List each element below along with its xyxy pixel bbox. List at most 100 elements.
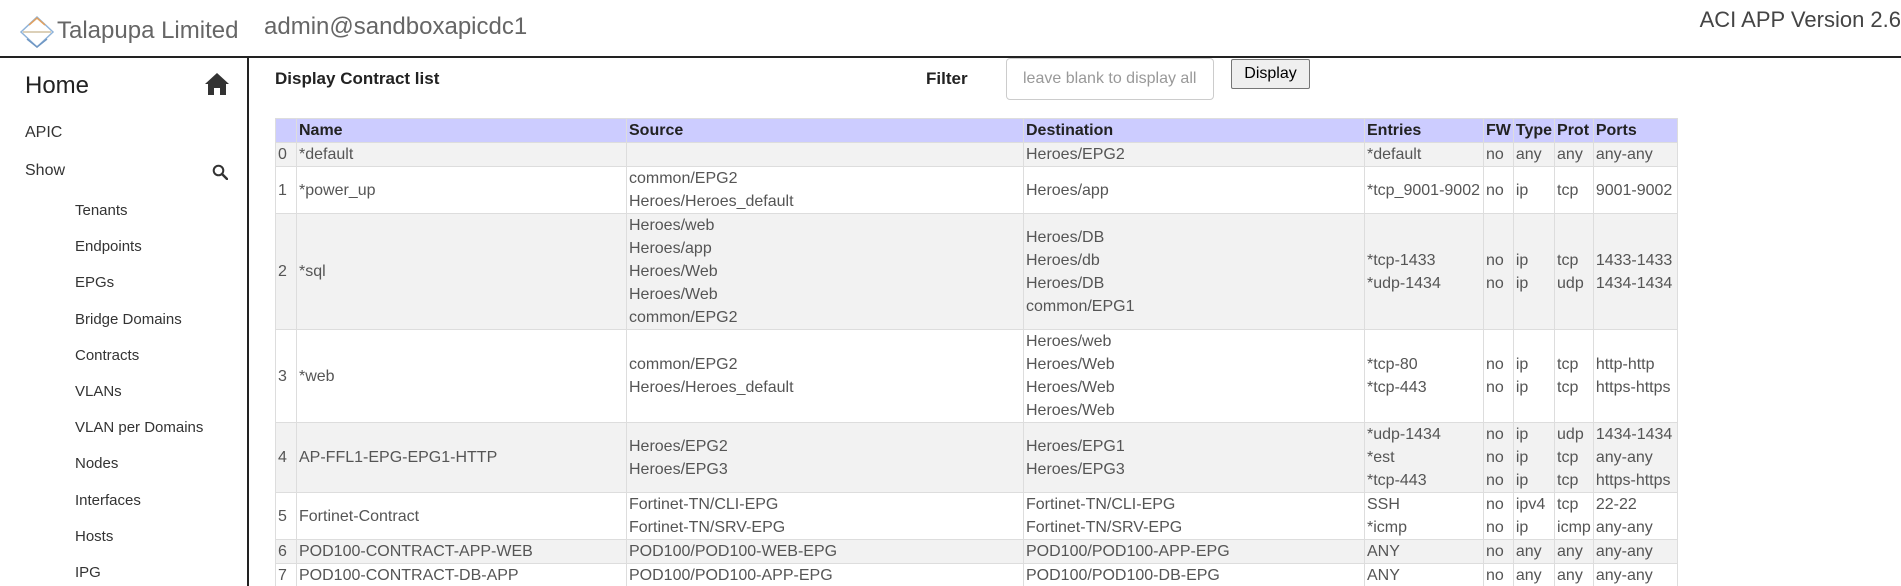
cell-name: POD100-CONTRACT-DB-APP: [296, 563, 627, 586]
cell-line: tcp: [1557, 379, 1579, 396]
cell-index: 3: [275, 329, 297, 423]
cell-prot: udp tcp tcp: [1554, 422, 1594, 493]
cell-index: 4: [275, 422, 297, 493]
cell-line: 22-22: [1595, 496, 1637, 513]
cell-line: any-any: [1595, 449, 1653, 466]
cell-line: common/EPG2: [629, 356, 738, 373]
cell-prot: any: [1554, 142, 1594, 167]
cell-ports: 1433-1433 1434-1434: [1592, 213, 1678, 330]
cell-line: Heroes/EPG3: [629, 460, 728, 478]
cell-ports: http-http https-https: [1592, 329, 1678, 423]
sidebar-item-vlans[interactable]: VLANs: [75, 383, 122, 400]
cell-fw: no: [1483, 539, 1514, 564]
cell-line: tcp: [1557, 181, 1579, 199]
table-row[interactable]: 4 AP-FFL1-EPG-EPG1-HTTP Heroes/EPG2 Heroes/…: [275, 422, 1678, 493]
filter-input[interactable]: [1006, 58, 1214, 100]
cell-fw: no no no: [1483, 422, 1514, 493]
cell-entries: SSH *icmp: [1364, 492, 1484, 540]
company-logo-icon: [19, 15, 55, 49]
cell-entries: *default: [1364, 142, 1484, 167]
sidebar-item-interfaces[interactable]: Interfaces: [75, 492, 141, 509]
sidebar-home-link[interactable]: Home: [25, 72, 89, 100]
header-col-source: Source: [626, 118, 1024, 143]
cell-line: Heroes/EPG2: [1026, 146, 1125, 163]
cell-line: tcp: [1557, 496, 1579, 513]
sidebar-item-bridge-domains[interactable]: Bridge Domains: [75, 311, 182, 328]
cell-prot: tcp tcp: [1554, 329, 1594, 423]
table-header-row: Name Source Destination Entries FW Type Prot Po…: [275, 118, 1678, 143]
cell-line: ip: [1515, 356, 1529, 373]
cell-source: [626, 142, 1024, 167]
cell-ports: any-any: [1592, 563, 1678, 586]
table-row[interactable]: 2 *sql Heroes/web Heroes/app Heroes/Web Heroe…: [275, 213, 1678, 330]
cell-index: 2: [275, 213, 297, 330]
cell-entries: ANY: [1364, 539, 1484, 564]
cell-destination: Heroes/EPG1 Heroes/EPG3: [1023, 422, 1365, 493]
cell-line: *icmp: [1367, 519, 1408, 536]
cell-line: *tcp-80: [1367, 356, 1418, 373]
sidebar-item-nodes[interactable]: Nodes: [75, 455, 118, 472]
cell-fw: no: [1483, 166, 1514, 214]
sidebar-item-vlan-per-domains[interactable]: VLAN per Domains: [75, 419, 203, 436]
cell-line: *tcp-1433: [1367, 251, 1436, 269]
cell-line: Heroes/DB: [1026, 274, 1105, 292]
cell-line: no: [1486, 181, 1504, 199]
table-row[interactable]: 1 *power_up common/EPG2 Heroes/Heroes_defau…: [275, 166, 1678, 214]
cell-line: any: [1557, 543, 1583, 560]
cell-type: ip ip: [1512, 213, 1556, 330]
cell-line: Fortinet-TN/CLI-EPG: [1026, 496, 1176, 513]
cell-line: any-any: [1595, 519, 1653, 536]
cell-line: tcp: [1557, 449, 1579, 466]
cell-source: POD100/POD100-APP-EPG: [626, 563, 1024, 586]
cell-line: no: [1486, 146, 1504, 163]
cell-entries: *tcp_9001-9002: [1364, 166, 1484, 214]
cell-line: ip: [1515, 449, 1529, 466]
cell-line: any: [1557, 567, 1583, 584]
cell-line: any: [1515, 146, 1542, 163]
table-row[interactable]: 5 Fortinet-Contract Fortinet-TN/CLI-EPG For…: [275, 492, 1678, 540]
cell-entries: *tcp-1433 *udp-1434: [1364, 213, 1484, 330]
cell-name: *default: [296, 142, 627, 167]
cell-line: *tcp-443: [1367, 472, 1427, 489]
sidebar-item-apic[interactable]: APIC: [25, 124, 62, 142]
sidebar-item-endpoints[interactable]: Endpoints: [75, 238, 142, 255]
table-row[interactable]: 3 *web common/EPG2 Heroes/Heroes_default Her…: [275, 329, 1678, 423]
cell-line: Fortinet-TN/CLI-EPG: [629, 496, 779, 513]
sidebar-item-tenants[interactable]: Tenants: [75, 202, 128, 219]
cell-destination: Heroes/DB Heroes/db Heroes/DB common/EPG1: [1023, 213, 1365, 330]
search-icon[interactable]: [212, 164, 228, 180]
cell-name: *web: [296, 329, 627, 423]
display-button[interactable]: Display: [1231, 59, 1310, 89]
cell-source: Fortinet-TN/CLI-EPG Fortinet-TN/SRV-EPG: [626, 492, 1024, 540]
cell-line: no: [1486, 472, 1504, 489]
table-row[interactable]: 7 POD100-CONTRACT-DB-APP POD100/POD100-APP…: [275, 563, 1678, 586]
cell-line: Heroes/web: [1026, 333, 1112, 350]
cell-line: no: [1486, 496, 1504, 513]
home-icon[interactable]: [204, 71, 230, 97]
filter-label: Filter: [926, 69, 968, 88]
cell-line: https-https: [1595, 379, 1671, 396]
cell-line: Heroes/Web: [629, 286, 718, 303]
header-col-name: Name: [296, 118, 627, 143]
cell-line: no: [1486, 356, 1504, 373]
cell-type: any: [1512, 142, 1556, 167]
app-version: ACI APP Version 2.6: [1699, 7, 1901, 32]
cell-line: udp: [1557, 274, 1584, 292]
cell-line: udp: [1557, 426, 1584, 443]
cell-line: ip: [1515, 379, 1529, 396]
cell-fw: no: [1483, 563, 1514, 586]
sidebar-item-contracts[interactable]: Contracts: [75, 347, 139, 364]
table-row[interactable]: 6 POD100-CONTRACT-APP-WEB POD100/POD100-WE…: [275, 539, 1678, 564]
cell-source: Heroes/web Heroes/app Heroes/Web Heroes/Web…: [626, 213, 1024, 330]
sidebar-item-ipg[interactable]: IPG: [75, 564, 101, 581]
sidebar-item-hosts[interactable]: Hosts: [75, 528, 113, 545]
header-col-destination: Destination: [1023, 118, 1365, 143]
cell-line: SSH: [1367, 496, 1400, 513]
cell-type: ipv4 ip: [1512, 492, 1556, 540]
cell-source: POD100/POD100-WEB-EPG: [626, 539, 1024, 564]
cell-destination: Heroes/web Heroes/Web Heroes/Web Heroes/Web: [1023, 329, 1365, 423]
sidebar-item-show[interactable]: Show: [25, 162, 65, 180]
cell-line: Heroes/Heroes_default: [629, 193, 794, 210]
table-row[interactable]: 0 *default Heroes/EPG2 *default no any any any-…: [275, 142, 1678, 167]
sidebar-item-epgs[interactable]: EPGs: [75, 274, 114, 291]
